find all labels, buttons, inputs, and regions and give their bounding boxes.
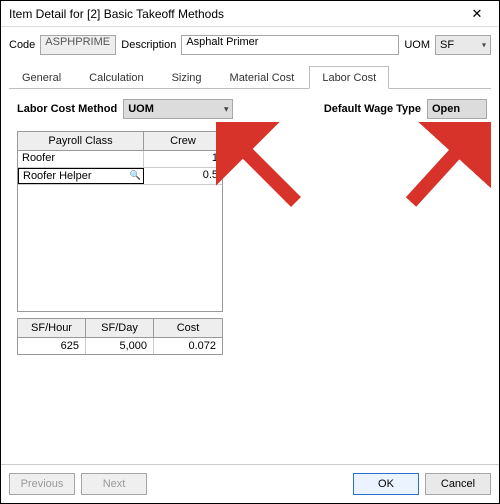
- annotation-arrow-icon: [216, 122, 306, 212]
- header-payroll-class: Payroll Class: [18, 132, 144, 150]
- previous-button[interactable]: Previous: [9, 473, 75, 495]
- cell-text: Roofer Helper: [23, 170, 91, 182]
- wage-type-select[interactable]: Open: [427, 99, 487, 119]
- title-bar: Item Detail for [2] Basic Takeoff Method…: [1, 1, 499, 27]
- annotation-arrow-icon: [401, 122, 491, 212]
- lookup-icon[interactable]: 🔍: [130, 170, 141, 181]
- chevron-down-icon: ▾: [224, 105, 228, 114]
- header-crew: Crew: [144, 132, 222, 150]
- uom-select[interactable]: SF ▾: [435, 35, 491, 55]
- tab-calculation[interactable]: Calculation: [76, 66, 156, 89]
- description-label: Description: [121, 39, 176, 51]
- chevron-down-icon: ▾: [482, 41, 486, 50]
- content-area: Code ASPHPRIME Description Asphalt Prime…: [1, 27, 499, 464]
- grid-header: Payroll Class Crew: [18, 132, 222, 151]
- header-sf-hour: SF/Hour: [18, 319, 86, 337]
- summary-grid: SF/Hour SF/Day Cost 625 5,000 0.072: [17, 318, 223, 355]
- dialog-footer: Previous Next OK Cancel: [1, 464, 499, 503]
- labor-method-select[interactable]: UOM ▾: [123, 99, 233, 119]
- close-icon: ✕: [472, 6, 483, 22]
- uom-label: UOM: [404, 39, 430, 51]
- tab-strip: General Calculation Sizing Material Cost…: [9, 65, 491, 89]
- tab-labor-cost[interactable]: Labor Cost: [309, 66, 389, 89]
- cancel-button[interactable]: Cancel: [425, 473, 491, 495]
- value-sf-hour[interactable]: 625: [18, 338, 86, 354]
- table-row[interactable]: Roofer Helper 🔍 0.5: [18, 168, 222, 185]
- next-button[interactable]: Next: [81, 473, 147, 495]
- cell-payroll-class[interactable]: Roofer: [18, 151, 144, 167]
- value-cost[interactable]: 0.072: [154, 338, 222, 354]
- labor-options-row: Labor Cost Method UOM ▾ Default Wage Typ…: [17, 99, 487, 119]
- cell-crew[interactable]: 0.5: [144, 168, 222, 184]
- crew-grid[interactable]: Payroll Class Crew Roofer 1 Roofer Helpe…: [17, 131, 223, 312]
- uom-value: SF: [440, 39, 454, 51]
- summary-header: SF/Hour SF/Day Cost: [18, 319, 222, 338]
- cell-payroll-class[interactable]: Roofer Helper 🔍: [18, 168, 144, 184]
- header-cost: Cost: [154, 319, 222, 337]
- wage-type-label: Default Wage Type: [324, 103, 421, 115]
- close-button[interactable]: ✕: [459, 3, 495, 25]
- tab-material-cost[interactable]: Material Cost: [217, 66, 308, 89]
- ok-button[interactable]: OK: [353, 473, 419, 495]
- wage-type-value: Open: [432, 103, 460, 115]
- cell-crew[interactable]: 1: [144, 151, 222, 167]
- description-field[interactable]: Asphalt Primer: [181, 35, 399, 55]
- header-sf-day: SF/Day: [86, 319, 154, 337]
- tab-general[interactable]: General: [9, 66, 74, 89]
- window-title: Item Detail for [2] Basic Takeoff Method…: [9, 7, 459, 21]
- table-row[interactable]: Roofer 1: [18, 151, 222, 168]
- tab-sizing[interactable]: Sizing: [159, 66, 215, 89]
- code-label: Code: [9, 39, 35, 51]
- labor-method-label: Labor Cost Method: [17, 103, 117, 115]
- value-sf-day[interactable]: 5,000: [86, 338, 154, 354]
- summary-row: 625 5,000 0.072: [18, 338, 222, 354]
- code-field[interactable]: ASPHPRIME: [40, 35, 116, 55]
- dialog-window: Item Detail for [2] Basic Takeoff Method…: [0, 0, 500, 504]
- grid-body: Roofer 1 Roofer Helper 🔍 0.5: [18, 151, 222, 311]
- header-fields-row: Code ASPHPRIME Description Asphalt Prime…: [9, 35, 491, 55]
- labor-method-value: UOM: [128, 103, 154, 115]
